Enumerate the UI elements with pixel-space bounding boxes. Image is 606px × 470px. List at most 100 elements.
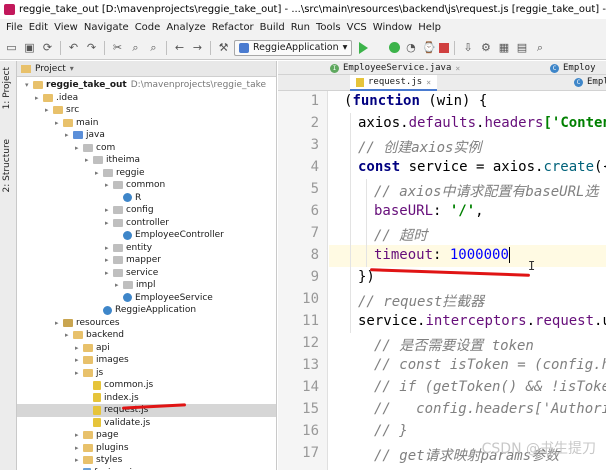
tree-item-images[interactable]: ▸ images: [75, 354, 129, 367]
chevron-right-icon[interactable]: ▸: [105, 267, 113, 280]
tab-request-js[interactable]: request.js ×: [350, 75, 438, 91]
debug-icon[interactable]: [389, 42, 401, 53]
structure-tool-tab[interactable]: 2: Structure: [2, 139, 12, 193]
tree-item-reggieapplication[interactable]: ReggieApplication: [95, 304, 196, 317]
tree-item-com[interactable]: ▸ com: [75, 142, 115, 155]
run-configuration-select[interactable]: ReggieApplication ▾: [234, 39, 353, 56]
tree-item-styles[interactable]: ▸ styles: [75, 454, 122, 467]
tree-item-plugins[interactable]: ▸ plugins: [75, 442, 129, 455]
tab-employee-service[interactable]: I EmployeeService.java ×: [324, 61, 466, 75]
open-icon[interactable]: ▭: [4, 40, 19, 55]
sdk-icon[interactable]: ▤: [514, 40, 529, 55]
coverage-icon[interactable]: ◔: [403, 40, 418, 55]
tree-item-common[interactable]: ▸ common: [105, 179, 165, 192]
search-everywhere-icon[interactable]: ⌕: [532, 40, 547, 55]
replace-icon[interactable]: ⌕: [146, 40, 161, 55]
chevron-right-icon[interactable]: ▸: [105, 217, 113, 230]
chevron-down-icon[interactable]: ▾: [25, 79, 33, 92]
close-icon[interactable]: ×: [426, 78, 431, 87]
structure-icon[interactable]: ←: [172, 40, 187, 55]
tree-item-api[interactable]: ▸ api: [75, 342, 110, 355]
chevron-right-icon[interactable]: ▸: [75, 429, 83, 442]
back-icon[interactable]: ↶: [66, 40, 81, 55]
chevron-right-icon[interactable]: ▸: [105, 242, 113, 255]
tree-item-java[interactable]: ▸ java: [65, 129, 105, 142]
settings-icon[interactable]: ⚙: [478, 40, 493, 55]
project-panel-title[interactable]: Project: [35, 64, 66, 74]
menu-tools[interactable]: Tools: [313, 19, 344, 36]
chevron-right-icon[interactable]: ▸: [45, 104, 53, 117]
stop-icon[interactable]: [439, 42, 450, 53]
chevron-right-icon[interactable]: ▸: [75, 142, 83, 155]
chevron-right-icon[interactable]: ▸: [65, 329, 73, 342]
save-icon[interactable]: ▣: [22, 40, 37, 55]
tab-employee-controller[interactable]: C Empl: [568, 75, 606, 89]
chevron-right-icon[interactable]: ▸: [95, 167, 103, 180]
menu-refactor[interactable]: Refactor: [209, 19, 257, 36]
menu-run[interactable]: Run: [288, 19, 313, 36]
project-structure-icon[interactable]: ▦: [496, 40, 511, 55]
chevron-right-icon[interactable]: ▸: [75, 442, 83, 455]
tree-item-entity[interactable]: ▸ entity: [105, 242, 152, 255]
tree-item-page[interactable]: ▸ page: [75, 429, 118, 442]
menu-file[interactable]: File: [3, 19, 26, 36]
vcs-icon[interactable]: ⇩: [460, 40, 475, 55]
tree-item-service[interactable]: ▸ service: [105, 267, 158, 280]
menu-analyze[interactable]: Analyze: [163, 19, 208, 36]
tree-item--idea[interactable]: ▸ .idea: [35, 92, 78, 105]
chevron-right-icon[interactable]: ▸: [105, 254, 113, 267]
menu-build[interactable]: Build: [257, 19, 288, 36]
navigate-icon[interactable]: →: [190, 40, 205, 55]
chevron-right-icon[interactable]: ▸: [105, 179, 113, 192]
chevron-right-icon[interactable]: ▸: [105, 204, 113, 217]
chevron-right-icon[interactable]: ▸: [75, 454, 83, 467]
run-icon[interactable]: [359, 41, 369, 54]
tree-item-favicon-ico[interactable]: favicon.ico: [75, 467, 143, 470]
chevron-right-icon[interactable]: ▸: [75, 367, 83, 380]
chevron-right-icon[interactable]: ▸: [115, 279, 123, 292]
tree-item-impl[interactable]: ▸ impl: [115, 279, 155, 292]
chevron-right-icon[interactable]: ▸: [55, 317, 63, 330]
chevron-right-icon[interactable]: ▸: [35, 92, 43, 105]
menu-window[interactable]: Window: [370, 19, 415, 36]
tree-item-employeeservice[interactable]: EmployeeService: [115, 292, 213, 305]
menu-help[interactable]: Help: [415, 19, 444, 36]
menu-vcs[interactable]: VCS: [344, 19, 370, 36]
tree-item-employeecontroller[interactable]: EmployeeController: [115, 229, 224, 242]
tree-item-common-js[interactable]: common.js: [85, 379, 153, 392]
make-icon[interactable]: ⚒: [216, 40, 231, 55]
tree-root[interactable]: ▾ reggie_take_out D:\mavenprojects\reggie_…: [25, 79, 266, 92]
tree-item-reggie[interactable]: ▸ reggie: [95, 167, 145, 180]
menu-code[interactable]: Code: [132, 19, 164, 36]
build-icon[interactable]: ✂: [110, 40, 125, 55]
tree-item-main[interactable]: ▸ main: [55, 117, 99, 130]
chevron-right-icon[interactable]: ▸: [75, 354, 83, 367]
tree-item-r[interactable]: R: [115, 192, 141, 205]
tree-item-mapper[interactable]: ▸ mapper: [105, 254, 161, 267]
tree-item-index-js[interactable]: index.js: [85, 392, 139, 405]
menu-navigate[interactable]: Navigate: [81, 19, 132, 36]
chevron-down-icon[interactable]: ▾: [70, 64, 74, 73]
code-area[interactable]: (function (win) { axios.defaults.headers…: [278, 91, 606, 470]
chevron-right-icon[interactable]: ▸: [85, 154, 93, 167]
menu-view[interactable]: View: [51, 19, 81, 36]
tree-item-controller[interactable]: ▸ controller: [105, 217, 169, 230]
profile-icon[interactable]: ⌚: [421, 40, 436, 55]
find-icon[interactable]: ⌕: [128, 40, 143, 55]
close-icon[interactable]: ×: [455, 64, 460, 73]
tab-employee[interactable]: C Employ: [544, 61, 602, 75]
project-tool-tab[interactable]: 1: Project: [2, 67, 12, 109]
forward-icon[interactable]: ↷: [84, 40, 99, 55]
tree-item-backend[interactable]: ▸ backend: [65, 329, 124, 342]
tree-item-src[interactable]: ▸ src: [45, 104, 79, 117]
chevron-right-icon[interactable]: ▸: [65, 129, 73, 142]
menu-edit[interactable]: Edit: [26, 19, 51, 36]
tree-item-resources[interactable]: ▸ resources: [55, 317, 120, 330]
chevron-right-icon[interactable]: ▸: [55, 117, 63, 130]
tree-item-config[interactable]: ▸ config: [105, 204, 154, 217]
tree-item-validate-js[interactable]: validate.js: [85, 417, 150, 430]
sync-icon[interactable]: ⟳: [40, 40, 55, 55]
chevron-right-icon[interactable]: ▸: [75, 342, 83, 355]
tree-item-js[interactable]: ▸ js: [75, 367, 103, 380]
tree-item-itheima[interactable]: ▸ itheima: [85, 154, 140, 167]
